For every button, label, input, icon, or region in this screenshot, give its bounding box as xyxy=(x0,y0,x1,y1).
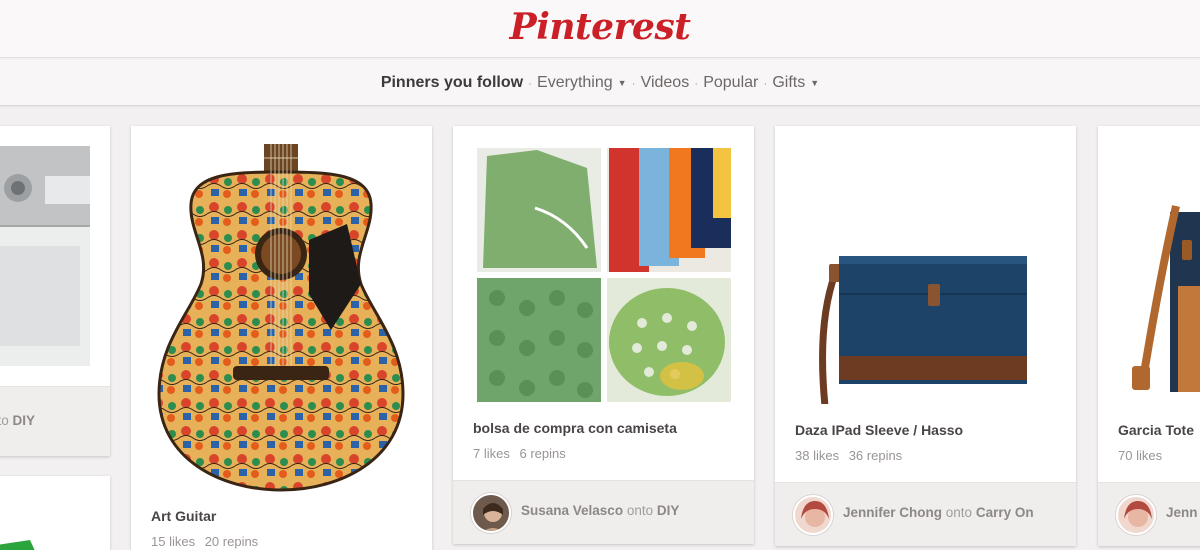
pin-description: Garcia Tote xyxy=(1118,422,1194,438)
pin-card[interactable]: Garcia Tote 70 likes Jenn xyxy=(1098,126,1200,546)
pin-repins[interactable]: 6 repins xyxy=(519,446,565,461)
pin-image[interactable] xyxy=(0,146,90,366)
pin-footer: Jenn xyxy=(1098,482,1200,546)
pin-image[interactable] xyxy=(151,144,411,494)
pin-repins[interactable]: 36 repins xyxy=(849,448,902,463)
category-nav: Pinners you follow · Everything ▼ · Vide… xyxy=(0,60,1200,106)
pin-stats: 38 likes 36 repins xyxy=(795,448,902,463)
pin-description: Art Guitar xyxy=(151,508,217,524)
garcia-tote-image xyxy=(1118,166,1200,426)
user-avatar-image xyxy=(795,497,831,533)
nav-separator: · xyxy=(763,76,768,90)
ipad-sleeve-image xyxy=(795,144,1055,404)
onto-text: onto xyxy=(626,503,654,518)
user-avatar-image xyxy=(473,495,509,531)
pin-card[interactable]: Art Guitar 15 likes 20 repins xyxy=(131,126,432,550)
pinner-link[interactable]: Jenn xyxy=(1166,505,1198,520)
pin-stats: 7 likes 6 repins xyxy=(473,446,566,461)
pin-likes[interactable]: 7 likes xyxy=(473,446,510,461)
top-header: Pinterest xyxy=(0,0,1200,58)
pin-card[interactable]: Daza IPad Sleeve / Hasso 38 likes 36 rep… xyxy=(775,126,1076,546)
pin-footer: Susana Velasco onto DIY xyxy=(453,480,754,544)
nav-gifts[interactable]: Gifts ▼ xyxy=(772,74,819,92)
pin-description: bolsa de compra con camiseta xyxy=(473,420,677,436)
pinner-link[interactable]: Susana Velasco xyxy=(521,503,623,518)
chevron-down-icon: ▼ xyxy=(810,78,820,88)
pinner-link[interactable]: Jennifer Chong xyxy=(843,505,942,520)
pin-image[interactable] xyxy=(477,148,731,402)
pin-footer: Jennifer Chong onto Carry On xyxy=(775,482,1076,546)
pin-attribution: Jennifer Chong onto Carry On xyxy=(843,505,1034,520)
user-avatar-image xyxy=(1118,497,1154,533)
nav-everything-label: Everything xyxy=(537,74,613,91)
pin-stats: 15 likes 20 repins xyxy=(151,534,258,549)
pin-likes[interactable]: 38 likes xyxy=(795,448,839,463)
onto-text: onto xyxy=(945,505,973,520)
nav-separator: · xyxy=(631,76,636,90)
pin-attribution: nto DIY xyxy=(0,413,35,428)
pin-likes[interactable]: 70 likes xyxy=(1118,448,1162,463)
board-link[interactable]: DIY xyxy=(657,503,680,518)
pin-description: Daza IPad Sleeve / Hasso xyxy=(795,422,964,438)
tshirt-bag-collage-image xyxy=(477,148,731,402)
nav-separator: · xyxy=(528,76,533,90)
pin-card[interactable]: bolsa de compra con camiseta 7 likes 6 r… xyxy=(453,126,754,544)
pin-image[interactable] xyxy=(0,536,50,550)
art-guitar-image xyxy=(157,144,405,492)
attrib-prefix: nto xyxy=(0,413,9,428)
pinterest-logo[interactable]: Pinterest xyxy=(0,6,1200,48)
pin-stats: 70 likes xyxy=(1118,448,1162,463)
board-link[interactable]: DIY xyxy=(13,413,36,428)
avatar[interactable] xyxy=(793,495,833,535)
nav-pinners-you-follow[interactable]: Pinners you follow xyxy=(381,74,523,92)
pin-card[interactable] xyxy=(0,476,110,550)
nav-popular[interactable]: Popular xyxy=(703,74,758,92)
pin-attribution: Jenn xyxy=(1166,505,1198,520)
pin-image[interactable] xyxy=(795,144,1055,404)
pin-image[interactable] xyxy=(1118,166,1200,426)
pin-likes[interactable]: 15 likes xyxy=(151,534,195,549)
avatar[interactable] xyxy=(1116,495,1156,535)
nav-gifts-label: Gifts xyxy=(772,74,806,91)
nav-videos[interactable]: Videos xyxy=(641,74,690,92)
pin-attribution: Susana Velasco onto DIY xyxy=(521,503,679,518)
board-link[interactable]: Carry On xyxy=(976,505,1034,520)
washing-machine-image xyxy=(0,146,90,366)
pin-repins[interactable]: 20 repins xyxy=(205,534,258,549)
pin-card[interactable]: nto DIY xyxy=(0,126,110,456)
green-object-image xyxy=(0,540,35,550)
nav-separator: · xyxy=(694,76,699,90)
pin-footer: nto DIY xyxy=(0,386,110,456)
chevron-down-icon: ▼ xyxy=(617,78,627,88)
avatar[interactable] xyxy=(471,493,511,533)
nav-everything[interactable]: Everything ▼ xyxy=(537,74,627,92)
